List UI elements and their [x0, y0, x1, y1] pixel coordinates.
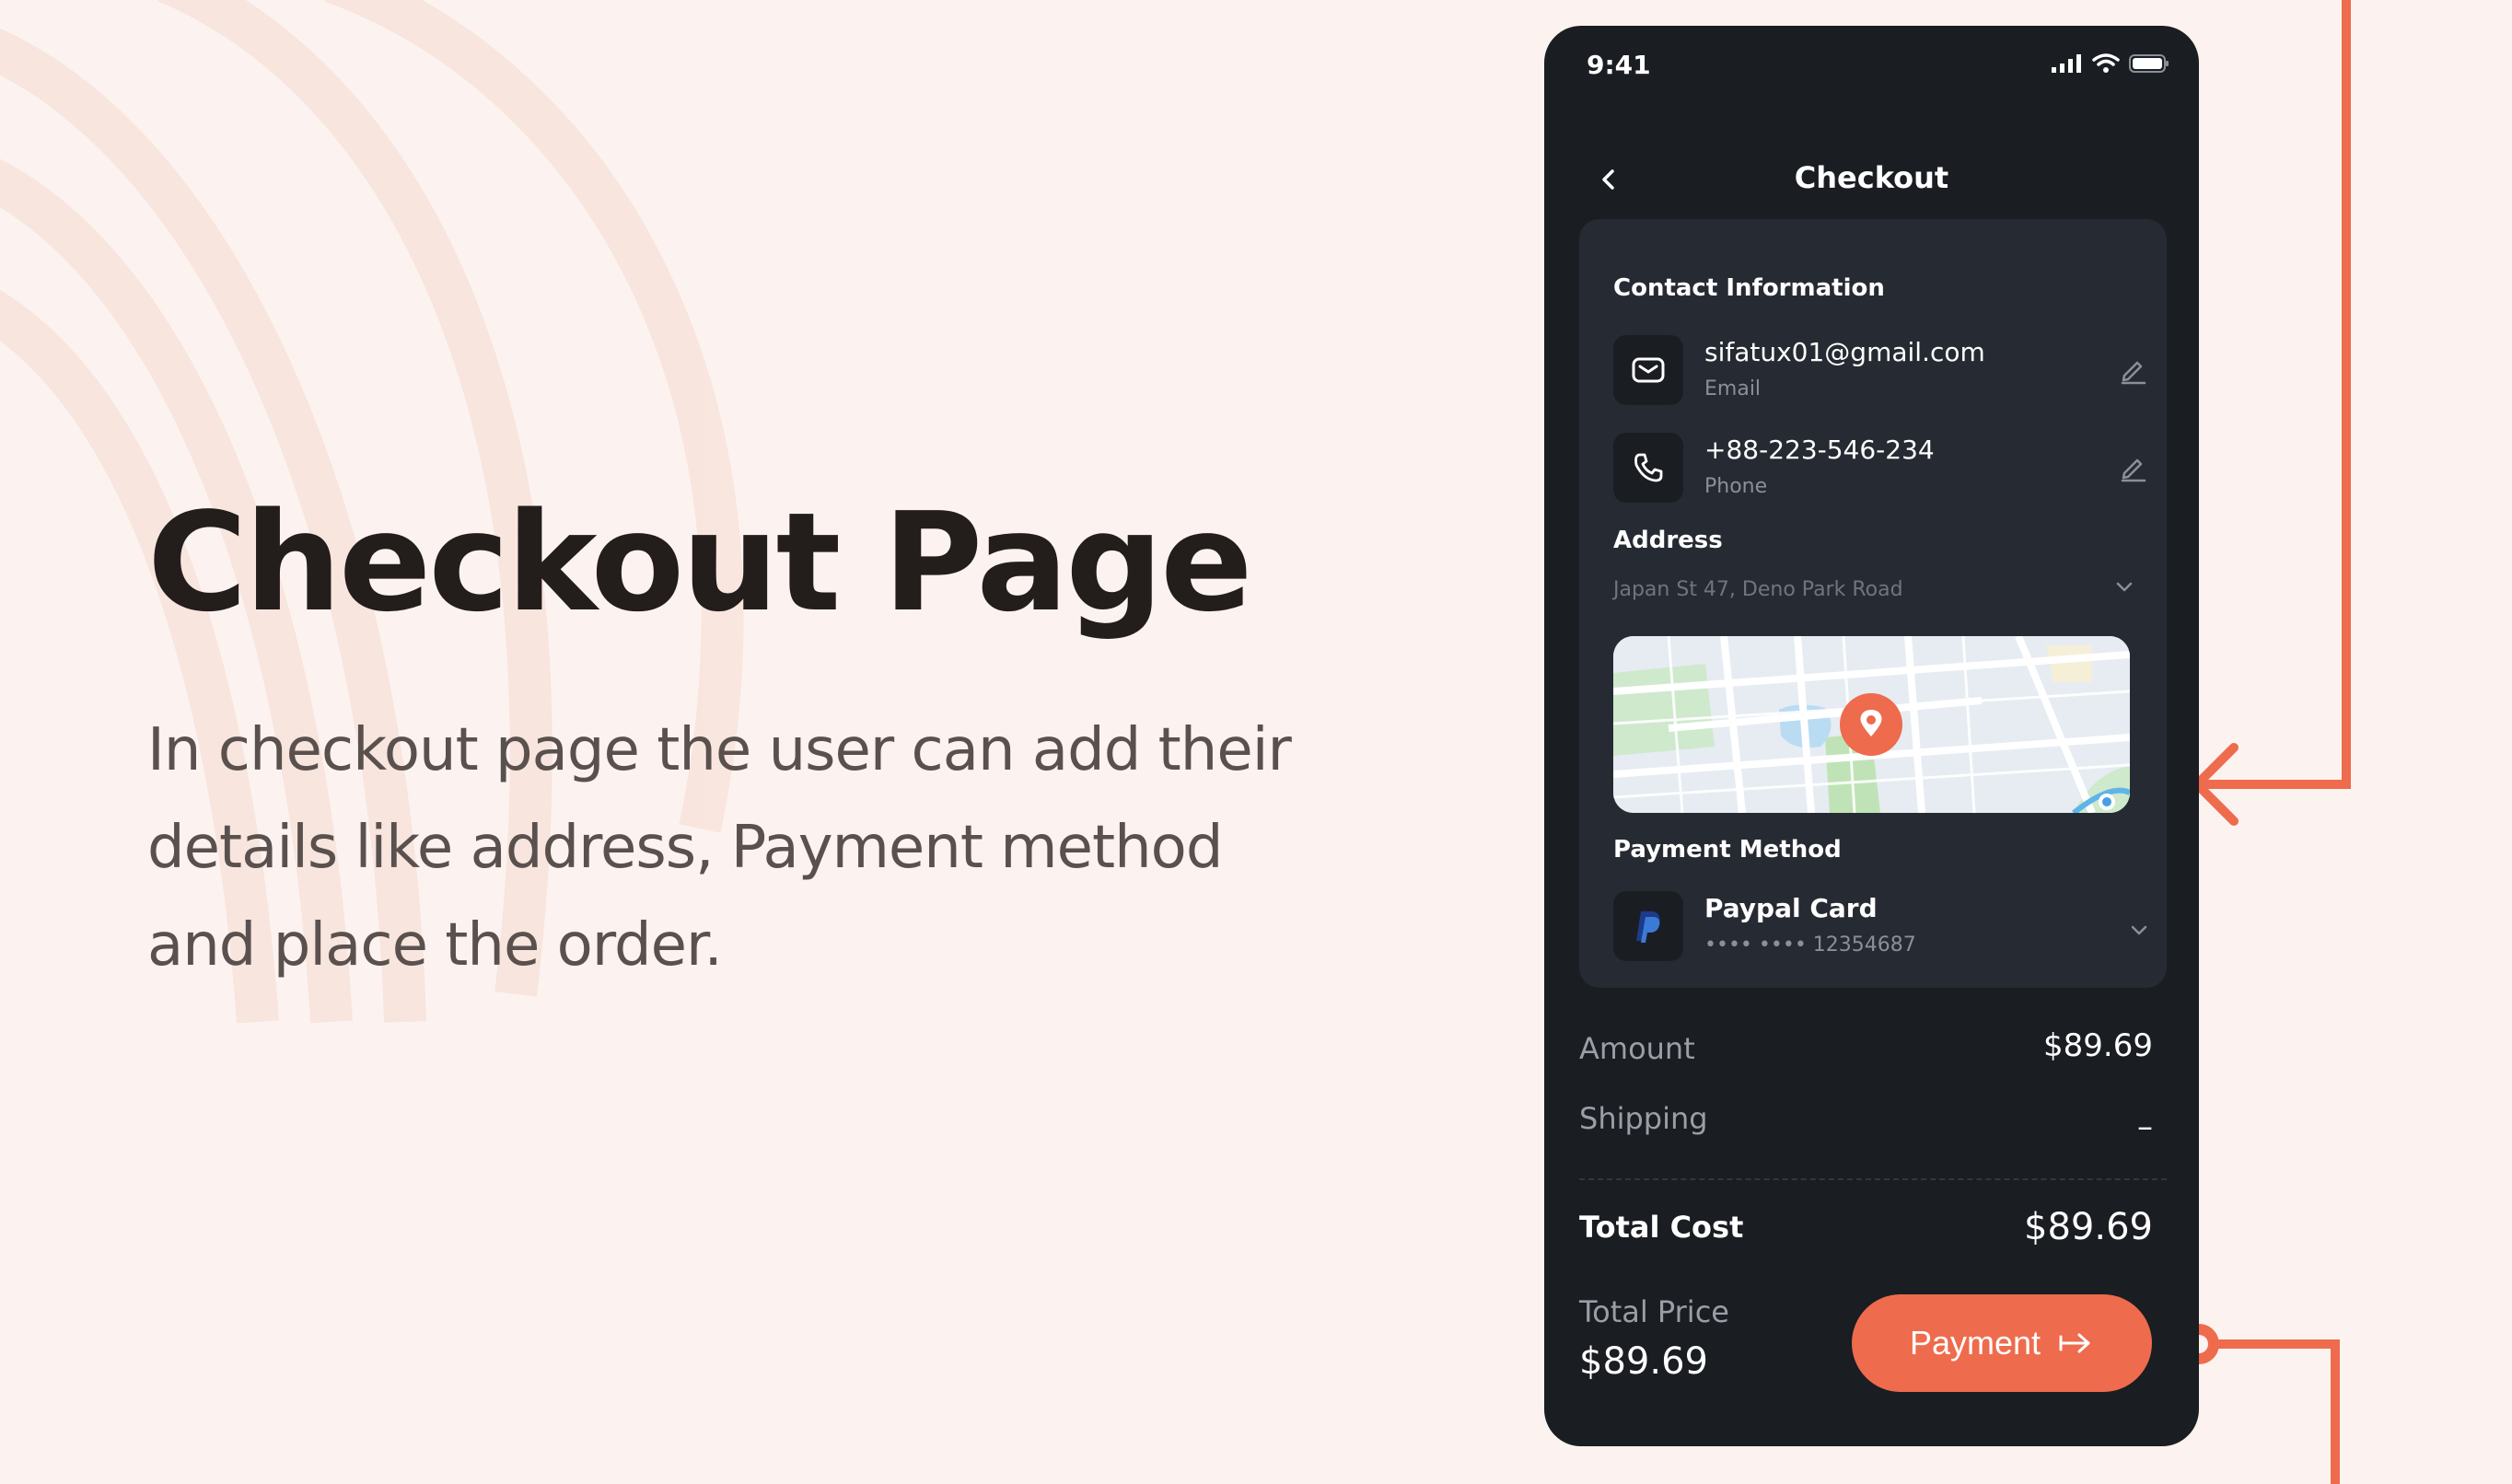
status-icons [2052, 53, 2169, 74]
address-map[interactable] [1613, 636, 2130, 813]
battery-icon [2129, 54, 2169, 73]
page-title: Checkout [1794, 160, 1949, 195]
map-pin-icon [1840, 693, 1902, 756]
phone-value: +88-223-546-234 [1704, 435, 1935, 465]
amount-label: Amount [1579, 1031, 1695, 1066]
arrow-right-icon [2059, 1333, 2090, 1353]
phone-mockup: 9:41 Checkout Contact Information sifatu… [1544, 26, 2199, 1446]
total-cost-label: Total Cost [1579, 1210, 1744, 1245]
paypal-icon-tile [1613, 891, 1683, 961]
payment-button[interactable]: Payment [1852, 1294, 2152, 1392]
email-icon-tile [1613, 335, 1683, 405]
phone-icon [1634, 453, 1663, 482]
mail-icon [1632, 357, 1665, 383]
amount-value: $89.69 [2043, 1027, 2153, 1064]
payment-button-label: Payment [1909, 1324, 2041, 1362]
payment-method-select[interactable] [2121, 911, 2157, 948]
signal-icon [2052, 54, 2081, 73]
email-value: sifatux01@gmail.com [1704, 337, 1985, 367]
chevron-down-icon [2131, 925, 2147, 935]
payment-section-title: Payment Method [1613, 836, 1842, 864]
edit-email-button[interactable] [2115, 352, 2152, 388]
payment-card-number: •••• •••• 12354687 [1704, 933, 1916, 956]
edit-phone-button[interactable] [2115, 449, 2152, 486]
address-section-title: Address [1613, 527, 1723, 554]
edit-icon [2121, 458, 2146, 482]
hero-description: In checkout page the user can add their … [147, 716, 1292, 980]
status-time: 9:41 [1587, 50, 1651, 80]
total-cost-value: $89.69 [2024, 1206, 2153, 1248]
hero-title: Checkout Page [147, 483, 1253, 642]
email-label: Email [1704, 377, 1762, 400]
address-value: Japan St 47, Deno Park Road [1613, 578, 1903, 601]
payment-method-name: Paypal Card [1704, 893, 1878, 923]
chevron-down-icon [2116, 582, 2133, 592]
summary-divider [1579, 1178, 2167, 1180]
checkout-details-card: Contact Information sifatux01@gmail.com … [1579, 219, 2167, 988]
phone-label: Phone [1704, 475, 1768, 498]
total-price-value: $89.69 [1579, 1340, 1708, 1383]
shipping-label: Shipping [1579, 1101, 1708, 1136]
wifi-icon [2092, 53, 2120, 73]
paypal-icon [1636, 911, 1660, 943]
address-select[interactable]: Japan St 47, Deno Park Road [1613, 567, 2136, 613]
shipping-value: – [2137, 1108, 2153, 1145]
contact-section-title: Contact Information [1613, 274, 1885, 302]
phone-icon-tile [1613, 433, 1683, 503]
edit-icon [2121, 361, 2146, 385]
total-price-label: Total Price [1579, 1294, 1729, 1329]
